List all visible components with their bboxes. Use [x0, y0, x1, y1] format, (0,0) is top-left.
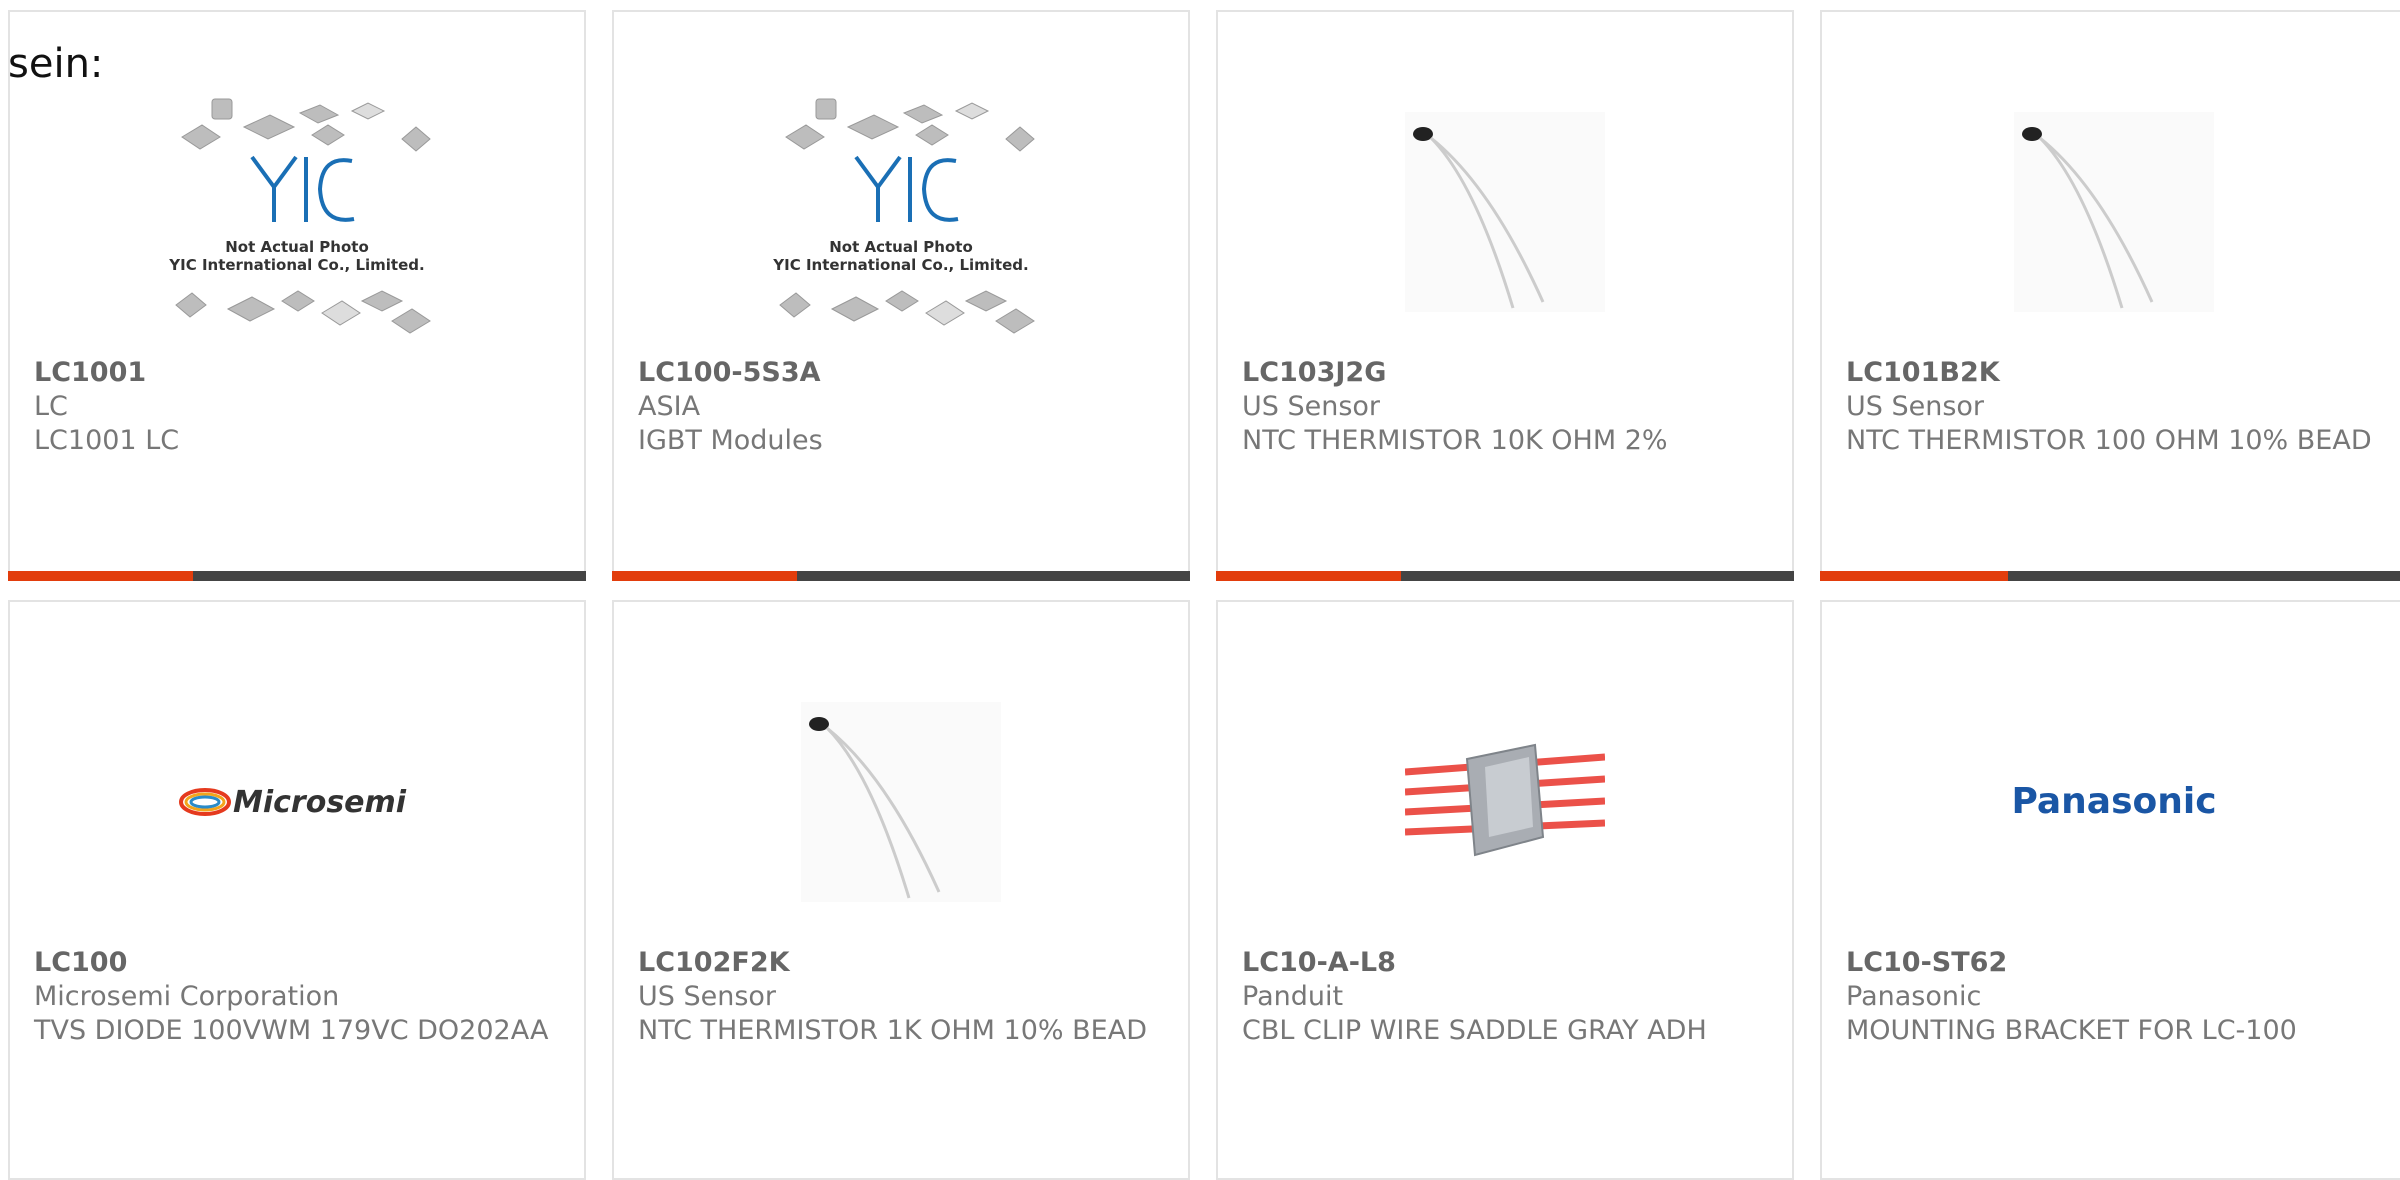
- card-accent-bar: [612, 571, 1190, 581]
- part-number[interactable]: LC10-A-L8: [1242, 946, 1772, 980]
- description: NTC THERMISTOR 10K OHM 2%: [1242, 425, 1668, 456]
- manufacturer: ASIA: [638, 391, 701, 422]
- description: MOUNTING BRACKET FOR LC-100: [1846, 1015, 2297, 1046]
- product-card[interactable]: Panasonic LC10-ST62 Panasonic MOUNTING B…: [1820, 600, 2400, 1180]
- description: NTC THERMISTOR 1K OHM 10% BEAD: [638, 1015, 1147, 1046]
- manufacturer: US Sensor: [638, 981, 777, 1012]
- yic-logo-text: Not Actual Photo: [225, 238, 369, 256]
- svg-text:Panasonic: Panasonic: [2011, 781, 2216, 822]
- product-image-microsemi-logo: Microsemi: [10, 652, 584, 952]
- card-accent-bar: [1216, 571, 1794, 581]
- manufacturer: US Sensor: [1846, 391, 1985, 422]
- product-card[interactable]: LC101B2K US Sensor NTC THERMISTOR 100 OH…: [1820, 10, 2400, 581]
- svg-text:Microsemi: Microsemi: [233, 785, 407, 820]
- description: NTC THERMISTOR 100 OHM 10% BEAD: [1846, 425, 2372, 456]
- part-number[interactable]: LC100: [34, 946, 564, 980]
- product-card[interactable]: Microsemi LC100 Microsemi Corporation TV…: [8, 600, 586, 1180]
- svg-text:YIC International Co., Limited: YIC International Co., Limited.: [168, 256, 424, 274]
- description: TVS DIODE 100VWM 179VC DO202AA: [34, 1015, 549, 1046]
- product-image-cable-clip: [1218, 652, 1792, 952]
- manufacturer: Microsemi Corporation: [34, 981, 340, 1012]
- card-accent-bar: [1820, 571, 2400, 581]
- product-image-yic-placeholder: Not Actual Photo YIC International Co., …: [10, 62, 584, 362]
- svg-text:YIC International Co., Limited: YIC International Co., Limited.: [772, 256, 1028, 274]
- product-card[interactable]: Not Actual Photo YIC International Co., …: [8, 10, 586, 581]
- card-accent-bar: [8, 571, 586, 581]
- svg-text:Not Actual Photo: Not Actual Photo: [829, 238, 973, 256]
- product-image-yic-placeholder: Not Actual Photo YIC International Co., …: [614, 62, 1188, 362]
- product-image-thermistor: [1218, 62, 1792, 362]
- product-card[interactable]: Not Actual Photo YIC International Co., …: [612, 10, 1190, 581]
- description: LC1001 LC: [34, 425, 180, 456]
- product-card[interactable]: LC103J2G US Sensor NTC THERMISTOR 10K OH…: [1216, 10, 1794, 581]
- description: IGBT Modules: [638, 425, 823, 456]
- part-number[interactable]: LC101B2K: [1846, 356, 2386, 390]
- description: CBL CLIP WIRE SADDLE GRAY ADH: [1242, 1015, 1707, 1046]
- part-number[interactable]: LC10-ST62: [1846, 946, 2386, 980]
- manufacturer: US Sensor: [1242, 391, 1381, 422]
- manufacturer: Panasonic: [1846, 981, 1982, 1012]
- page-lead-text: sein:: [8, 41, 104, 87]
- product-image-panasonic-logo: Panasonic: [1822, 652, 2400, 952]
- manufacturer: LC: [34, 391, 68, 422]
- product-image-thermistor: [614, 652, 1188, 952]
- manufacturer: Panduit: [1242, 981, 1344, 1012]
- product-card[interactable]: LC102F2K US Sensor NTC THERMISTOR 1K OHM…: [612, 600, 1190, 1180]
- product-card[interactable]: LC10-A-L8 Panduit CBL CLIP WIRE SADDLE G…: [1216, 600, 1794, 1180]
- part-number[interactable]: LC102F2K: [638, 946, 1168, 980]
- part-number[interactable]: LC103J2G: [1242, 356, 1772, 390]
- part-number[interactable]: LC100-5S3A: [638, 356, 1168, 390]
- product-image-thermistor: [1822, 62, 2400, 362]
- part-number[interactable]: LC1001: [34, 356, 564, 390]
